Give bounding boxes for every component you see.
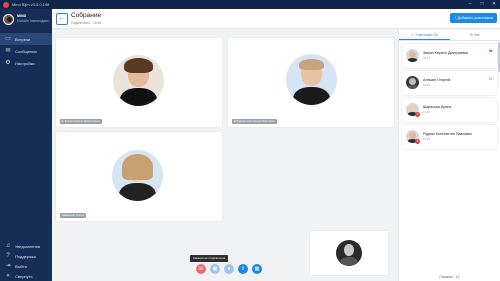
list-item[interactable]: Шарикова Ирина 13:00 ✕ [402, 98, 497, 122]
video-tile[interactable]: ⏺ Рудник Константин Павлович [228, 38, 394, 127]
share-screen-icon: ⇪ [240, 266, 246, 272]
video-grid: ⏺ Зимин Кирилл Дмитриевич ⏺ Рудник Конст… [52, 30, 398, 281]
share-screen-button[interactable]: ⇪ [238, 264, 248, 274]
tooltip: Камера не подключена [190, 255, 229, 262]
sidebar-item-label: Свернуть [15, 273, 33, 279]
maximize-button[interactable]: □ [479, 1, 485, 7]
participant-name: Рудник Константин Павлович [423, 132, 473, 136]
sidebar-item-meetings[interactable]: ▭ Встречи [0, 33, 52, 45]
video-tile[interactable]: ⏺ Зимин Кирилл Дмитриевич [56, 38, 222, 127]
participant-time: 13:00 [423, 83, 430, 87]
avatar [3, 13, 14, 25]
hangup-button[interactable]: ☏ [196, 264, 206, 274]
user-profile[interactable]: MIND Мобайл Текнолоджис [0, 9, 52, 29]
participant-time: 33:27 [423, 56, 430, 60]
participant-avatar [406, 49, 419, 62]
participant-name: Зимин Кирилл Дмитриевич [423, 51, 469, 55]
logout-icon: ⇥ [5, 263, 11, 269]
sidebar-item-label: Встречи [15, 36, 31, 42]
window-controls: – □ ✕ [467, 1, 497, 7]
participant-photo [113, 55, 164, 106]
name-tag: ⏺ Рудник Константин Павлович [232, 119, 277, 124]
participant-photo [112, 150, 163, 201]
sidebar-item-label: Настройки [15, 60, 35, 66]
mic-icon: ♦ [227, 266, 231, 272]
add-participants-label: Добавить участников [457, 16, 493, 20]
sidebar-item-messages[interactable]: ✉ Сообщения [0, 45, 52, 57]
user-org: Мобайл Текнолоджис [17, 19, 49, 23]
camera-button[interactable]: ▣ [210, 264, 220, 274]
sidebar-item-label: Сообщения [15, 48, 37, 54]
back-button[interactable]: ← [56, 13, 68, 25]
name-tag-label: Рудник Константин Павлович [236, 119, 275, 123]
close-button[interactable]: ✕ [491, 1, 497, 7]
call-controls: ☏ ▣ ♦ ⇪ ▦ [196, 264, 262, 274]
sidebar-item-label: Поддержка [15, 253, 36, 259]
gear-icon: ⚙ [5, 60, 11, 66]
app-title: Mind Bijm v3.0.0.198 [12, 2, 50, 7]
sidebar: MIND Мобайл Текнолоджис ▭ Встречи ✉ Сооб… [0, 9, 52, 281]
panel-footer: Показать · 10 [439, 275, 460, 279]
host-icon: ⚑ [488, 49, 493, 55]
grid-button[interactable]: ▦ [252, 264, 262, 274]
name-tag-label: Шарикова Ирина [62, 213, 85, 217]
list-item[interactable]: Рудник Константин Павлович 13:00 ✕ [402, 125, 497, 149]
add-participants-button[interactable]: + Добавить участников [450, 13, 497, 23]
participant-time: 13:00 [423, 137, 430, 141]
tab-label: Чат [473, 33, 480, 37]
collapse-icon: « [6, 273, 10, 279]
bell-icon: ♫ [5, 243, 11, 249]
mic-off-icon: ✕ [415, 139, 420, 144]
participants-panel: ☺ Участники (5) ✉ Чат Зимин Кирилл Дмитр… [398, 30, 500, 281]
tab-chat[interactable]: ✉ Чат [450, 30, 500, 40]
participant-list: Зимин Кирилл Дмитриевич 33:27 ⚑ Алешин Г… [399, 41, 500, 155]
participant-photo [286, 54, 337, 105]
chat-icon: ✉ [5, 48, 11, 54]
sidebar-nav: ▭ Встречи ✉ Сообщения ⚙ Настройки [0, 33, 52, 69]
camera-icon: ▣ [212, 266, 218, 272]
tab-participants[interactable]: ☺ Участники (5) [399, 30, 450, 40]
name-tag: Шарикова Ирина [60, 213, 87, 218]
sidebar-item-settings[interactable]: ⚙ Настройки [0, 57, 52, 69]
app-logo-icon [3, 1, 9, 8]
chat-icon: ✉ [469, 33, 473, 37]
mic-off-icon: ⏺ [62, 119, 64, 123]
support-icon: ? [6, 253, 10, 259]
self-view-tile[interactable] [310, 231, 388, 275]
sidebar-item-collapse[interactable]: « Свернуть [0, 271, 52, 281]
meeting-status: Подключено · 16:45 [71, 21, 102, 25]
video-icon: ▭ [5, 36, 11, 42]
list-item[interactable]: Алешин Георгий 13:00 ☺ [402, 71, 497, 95]
participant-name: Шарикова Ирина [423, 105, 452, 109]
sidebar-bottom-nav: ♫ Уведомления ? Поддержка ⇥ Выйти « Свер… [0, 241, 52, 281]
mic-off-icon: ✕ [415, 112, 420, 117]
tab-label: Участники (5) [415, 33, 438, 37]
participant-avatar [406, 76, 419, 89]
page-title: Собрание [71, 12, 102, 19]
sidebar-item-label: Уведомления [15, 243, 41, 249]
hangup-icon: ☏ [197, 266, 205, 272]
panel-tabs: ☺ Участники (5) ✉ Чат [399, 30, 500, 41]
users-icon: ☺ [410, 33, 415, 37]
participant-name: Алешин Георгий [423, 78, 451, 82]
participant-time: 13:00 [423, 110, 430, 114]
user-icon: ☺ [487, 76, 493, 82]
sidebar-item-notifications[interactable]: ♫ Уведомления [0, 241, 52, 251]
sidebar-item-logout[interactable]: ⇥ Выйти [0, 261, 52, 271]
mic-off-icon: ⏺ [234, 119, 236, 123]
sidebar-item-support[interactable]: ? Поддержка [0, 251, 52, 261]
list-item[interactable]: Зимин Кирилл Дмитриевич 33:27 ⚑ [402, 44, 497, 68]
title-bar: Mind Bijm v3.0.0.198 – □ ✕ [0, 0, 500, 9]
sidebar-item-label: Выйти [15, 263, 27, 269]
arrow-left-icon: ← [58, 15, 66, 22]
mic-button[interactable]: ♦ [224, 264, 234, 274]
video-tile[interactable]: Шарикова Ирина [56, 132, 222, 221]
name-tag: ⏺ Зимин Кирилл Дмитриевич [60, 119, 102, 124]
grid-icon: ▦ [254, 266, 260, 272]
self-photo [336, 240, 362, 266]
name-tag-label: Зимин Кирилл Дмитриевич [64, 119, 100, 123]
meeting-header: ← Собрание Подключено · 16:45 + Добавить… [52, 9, 500, 29]
minimize-button[interactable]: – [467, 1, 473, 7]
